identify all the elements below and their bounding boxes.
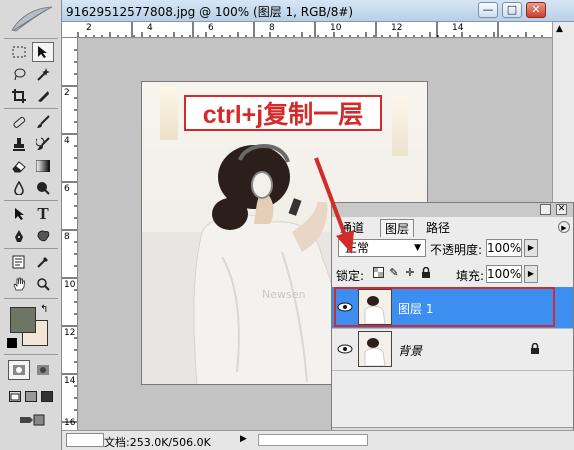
scroll-up-icon[interactable]: ▲ [556, 24, 563, 34]
panel-menu-icon[interactable]: ▶ [558, 221, 570, 233]
ruler-label: 14 [64, 376, 76, 386]
ruler-label: 12 [391, 23, 403, 33]
toolbox-separator [4, 108, 58, 109]
ruler-label: 4 [147, 23, 153, 33]
toolbox-separator [4, 354, 58, 355]
lasso-icon[interactable] [8, 64, 30, 84]
ruler-label: 12 [64, 328, 76, 338]
layer-thumbnail [358, 289, 392, 325]
ruler-label: 8 [64, 232, 70, 242]
watermark-text: Newsen [262, 288, 305, 301]
fill-label: 填充: [456, 269, 485, 283]
layer-thumbnail [358, 331, 392, 367]
ruler-label: 2 [64, 88, 70, 98]
quick-mask-icon[interactable] [32, 360, 54, 380]
tab-layers[interactable]: 图层 [380, 219, 415, 237]
slice-icon[interactable] [32, 86, 54, 106]
swap-colors-icon[interactable]: ↰ [40, 304, 48, 315]
standard-mode-icon[interactable] [8, 360, 30, 380]
history-brush-icon[interactable] [32, 134, 54, 154]
ruler-label: 6 [64, 184, 70, 194]
opacity-label: 不透明度: [430, 243, 483, 257]
pen-icon[interactable] [8, 226, 30, 246]
toolbox-separator [4, 38, 58, 39]
visibility-eye-icon[interactable] [336, 300, 354, 314]
fill-input[interactable]: 100% [486, 265, 522, 283]
lock-all-icon[interactable] [420, 266, 432, 279]
jump-to-imageready-icon[interactable] [14, 410, 50, 430]
foreground-color-swatch[interactable] [10, 307, 36, 333]
minimize-button[interactable]: — [478, 2, 498, 18]
dodge-icon[interactable] [32, 178, 54, 198]
gradient-icon[interactable] [32, 156, 54, 176]
ruler-label: 4 [64, 136, 70, 146]
marquee-icon[interactable] [8, 42, 30, 62]
maximize-button[interactable]: □ [502, 2, 522, 18]
eraser-icon[interactable] [8, 156, 30, 176]
zoom-icon[interactable] [32, 274, 54, 294]
annotation-arrow-icon [314, 157, 354, 254]
toolbox: T ↰ [0, 0, 62, 450]
eyedropper-icon[interactable] [32, 252, 54, 272]
annotation-label: ctrl+j复制一层 [184, 95, 382, 131]
shape-icon[interactable] [32, 226, 54, 246]
ruler-ticks [77, 22, 543, 37]
layer-name: 背景 [398, 344, 423, 358]
lock-transparency-icon[interactable] [372, 267, 384, 279]
screen-mode-full-icon[interactable] [36, 386, 58, 406]
ruler-label: 14 [452, 23, 464, 33]
stamp-icon[interactable] [8, 134, 30, 154]
lock-pixels-icon[interactable]: ✎ [388, 267, 400, 279]
move-icon[interactable] [32, 42, 54, 62]
panel-minimize-icon[interactable] [540, 204, 551, 215]
ruler-label: 6 [208, 23, 214, 33]
layer-row-layer1[interactable]: 图层 1 [332, 287, 573, 329]
tab-paths[interactable]: 路径 [422, 219, 454, 237]
fill-slider-icon[interactable]: ▶ [524, 265, 538, 283]
feather-logo-icon [11, 6, 53, 32]
zoom-field[interactable] [66, 433, 104, 447]
vertical-ruler: 2 4 6 8 10 12 14 16 [62, 38, 78, 430]
toolbox-separator [4, 248, 58, 249]
blur-icon[interactable] [8, 178, 30, 198]
dropdown-arrow-icon: ▼ [414, 243, 421, 253]
ruler-label: 2 [86, 23, 92, 33]
healing-icon[interactable] [8, 112, 30, 132]
panel-close-icon[interactable]: ✕ [556, 204, 567, 215]
notes-icon[interactable] [8, 252, 30, 272]
path-select-icon[interactable] [8, 204, 30, 224]
status-menu-arrow-icon[interactable]: ▶ [240, 434, 247, 444]
hand-icon[interactable] [8, 274, 30, 294]
document-size: 文档:253.0K/506.0K [104, 436, 211, 449]
layer-lock-icon [530, 342, 540, 358]
horizontal-scrollbar[interactable] [258, 434, 368, 446]
opacity-slider-icon[interactable]: ▶ [524, 239, 538, 257]
ruler-label: 8 [269, 23, 275, 33]
annotation-text: ctrl+j复制一层 [202, 101, 364, 129]
type-icon[interactable]: T [32, 204, 54, 224]
magic-wand-icon[interactable] [32, 64, 54, 84]
lock-position-icon[interactable]: ✛ [404, 267, 416, 279]
document-titlebar[interactable]: 91629512577808.jpg @ 100% (图层 1, RGB/8#)… [62, 0, 574, 22]
ruler-label: 10 [330, 23, 342, 33]
crop-icon[interactable] [8, 86, 30, 106]
opacity-input[interactable]: 100% [486, 239, 522, 257]
horizontal-ruler: 2 4 6 8 10 12 14 [62, 22, 552, 38]
brush-icon[interactable] [32, 112, 54, 132]
layer-row-background[interactable]: 背景 [332, 329, 573, 371]
ruler-label: 16 [64, 418, 76, 428]
ruler-label: 10 [64, 280, 76, 290]
toolbox-separator [4, 200, 58, 201]
visibility-eye-icon[interactable] [336, 342, 354, 356]
lock-label: 锁定: [336, 269, 365, 283]
layer-name: 图层 1 [398, 302, 434, 316]
default-colors-icon[interactable] [7, 338, 17, 348]
toolbox-separator [4, 298, 58, 299]
status-bar: 文档:253.0K/506.0K ▶ [62, 430, 574, 450]
document-title: 91629512577808.jpg @ 100% (图层 1, RGB/8#) [66, 5, 354, 19]
close-button[interactable]: ✕ [526, 2, 546, 18]
